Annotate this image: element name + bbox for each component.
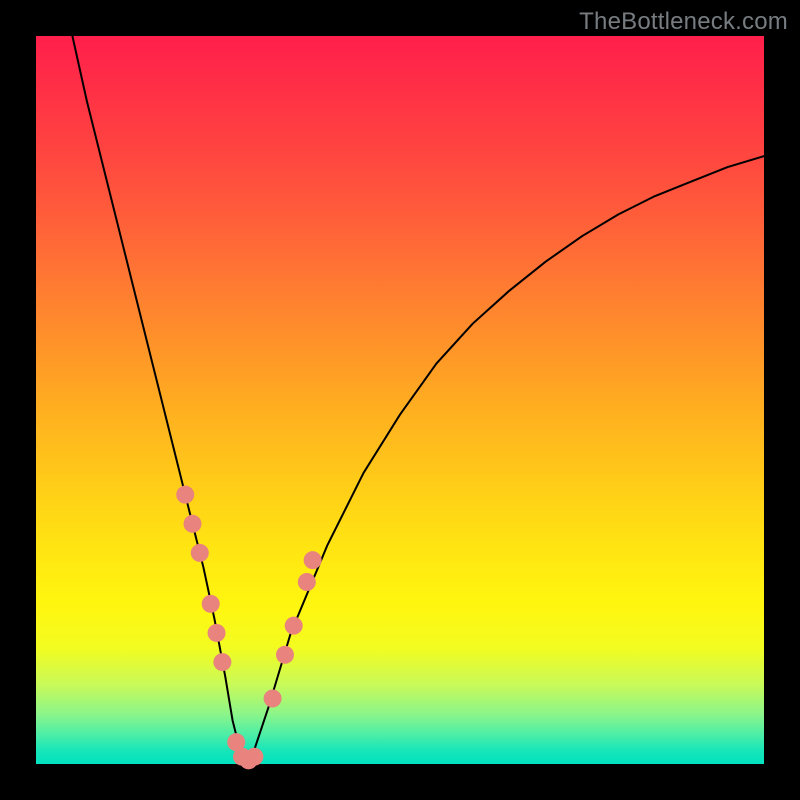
highlight-dot (213, 653, 231, 671)
highlight-dot (276, 646, 294, 664)
highlight-dot (285, 617, 303, 635)
highlight-dots (176, 486, 321, 770)
chart-frame: TheBottleneck.com (0, 0, 800, 800)
chart-overlay (36, 36, 764, 764)
highlight-dot (304, 551, 322, 569)
highlight-dot (202, 595, 220, 613)
watermark-text: TheBottleneck.com (579, 8, 788, 36)
highlight-dot (264, 689, 282, 707)
bottleneck-curve (72, 36, 764, 764)
highlight-dot (191, 544, 209, 562)
highlight-dot (298, 573, 316, 591)
highlight-dot (208, 624, 226, 642)
highlight-dot (245, 748, 263, 766)
plot-area (36, 36, 764, 764)
highlight-dot (176, 486, 194, 504)
highlight-dot (184, 515, 202, 533)
